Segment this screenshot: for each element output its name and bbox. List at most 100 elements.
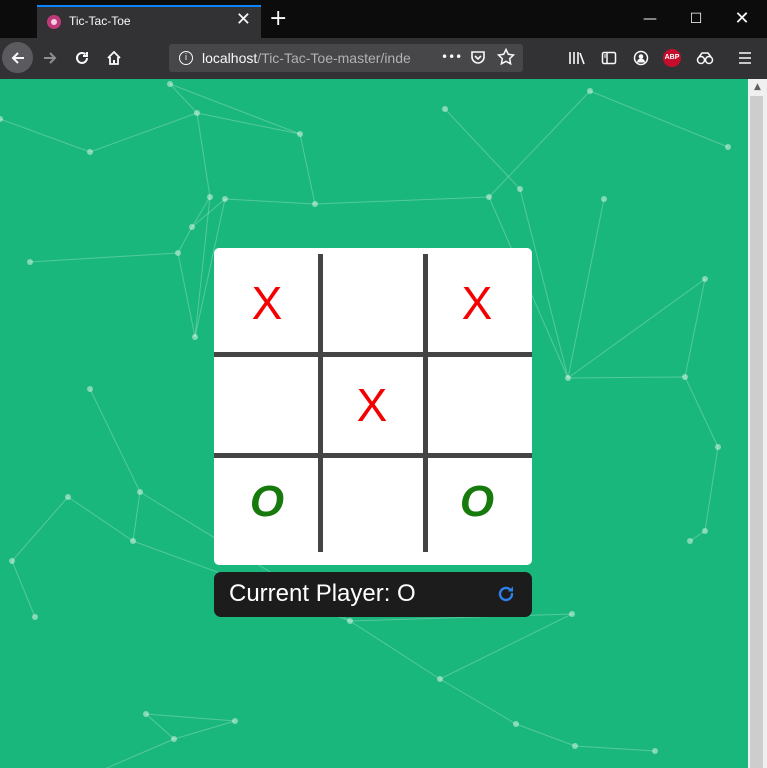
browser-tab[interactable]: Tic-Tac-Toe ✕: [37, 5, 261, 38]
bookmark-star-icon[interactable]: [496, 47, 516, 70]
particle-dot: [517, 186, 523, 192]
particle-dot: [87, 386, 93, 392]
particle-dot: [27, 259, 33, 265]
particle-link: [567, 198, 605, 379]
forward-arrow-icon: [44, 52, 57, 64]
adblock-plus-icon[interactable]: ABP: [663, 49, 681, 67]
particle-dot: [130, 538, 136, 544]
board-cell-r3c2[interactable]: [321, 452, 423, 552]
pocket-icon[interactable]: [470, 49, 486, 69]
navigation-toolbar: i localhost/Tic-Tac-Toe-master/inde ••• …: [0, 38, 767, 79]
scrollbar-thumb[interactable]: [750, 96, 763, 768]
tab-bar: Tic-Tac-Toe ✕ + — ☐ ✕: [0, 0, 767, 38]
board-cell-r3c3[interactable]: O: [426, 452, 528, 552]
cell-mark: X: [251, 277, 283, 329]
particle-dot: [572, 743, 578, 749]
particle-dot: [143, 711, 149, 717]
particle-dot: [513, 721, 519, 727]
board-cell-r2c2[interactable]: X: [321, 355, 423, 455]
particle-link: [589, 90, 729, 148]
particle-link: [196, 112, 301, 135]
particle-link: [169, 83, 198, 114]
particle-dot: [87, 149, 93, 155]
maximize-button[interactable]: ☐: [673, 0, 719, 38]
home-icon: [107, 50, 121, 65]
particle-dot: [192, 334, 198, 340]
particle-dot: [347, 618, 353, 624]
particle-dot: [587, 88, 593, 94]
particle-link: [89, 388, 141, 493]
particle-link: [704, 446, 719, 532]
cell-mark: O: [459, 477, 495, 526]
board-cell-r1c1[interactable]: X: [216, 253, 318, 353]
url-text[interactable]: localhost/Tic-Tac-Toe-master/inde: [202, 50, 434, 66]
particle-dot: [194, 110, 200, 116]
cell-mark: O: [249, 477, 285, 526]
particle-dot: [601, 196, 607, 202]
scroll-up-arrow-icon[interactable]: ▲: [748, 79, 767, 96]
particle-dot: [442, 106, 448, 112]
particle-link: [567, 278, 706, 379]
board-cell-r3c1[interactable]: O: [216, 452, 318, 552]
menu-icon[interactable]: [730, 42, 760, 74]
particle-dot: [702, 276, 708, 282]
vertical-scrollbar[interactable]: ▲: [748, 79, 767, 768]
sidebar-icon[interactable]: [594, 42, 624, 74]
tab-favicon-icon: [47, 15, 61, 29]
particle-link: [349, 620, 441, 680]
particle-link: [29, 252, 179, 263]
particle-dot: [725, 144, 731, 150]
new-tab-button[interactable]: +: [269, 7, 287, 31]
home-button[interactable]: [99, 42, 129, 74]
particle-dot: [687, 538, 693, 544]
board-cell-r1c2[interactable]: [321, 253, 423, 353]
particle-dot: [167, 81, 173, 87]
info-icon[interactable]: i: [179, 51, 193, 65]
particle-dot: [9, 558, 15, 564]
address-bar[interactable]: i localhost/Tic-Tac-Toe-master/inde •••: [169, 44, 523, 72]
board-cell-r1c3[interactable]: X: [426, 253, 528, 353]
particle-link: [299, 133, 316, 205]
reload-button[interactable]: [67, 42, 97, 74]
particle-dot: [171, 736, 177, 742]
particle-link: [684, 376, 719, 448]
board-cell-r2c1[interactable]: [216, 355, 318, 455]
particle-link: [684, 278, 706, 378]
minimize-button[interactable]: —: [627, 0, 673, 38]
account-icon[interactable]: [626, 42, 656, 74]
particle-dot: [175, 250, 181, 256]
particle-link: [132, 491, 141, 542]
extension-icon[interactable]: [690, 42, 720, 74]
particle-dot: [189, 224, 195, 230]
particle-dot: [652, 748, 658, 754]
particle-link: [173, 720, 236, 740]
particle-link: [145, 713, 236, 722]
particle-link: [444, 108, 521, 190]
game-board: X X X O O: [214, 248, 532, 565]
status-bar: Current Player: O: [214, 572, 532, 617]
particle-dot: [702, 528, 708, 534]
particle-dot: [222, 196, 228, 202]
particle-dot: [715, 444, 721, 450]
reset-button[interactable]: [495, 583, 517, 609]
tab-title: Tic-Tac-Toe: [69, 14, 131, 28]
particle-dot: [486, 194, 492, 200]
back-arrow-icon: [11, 52, 24, 64]
particle-link: [439, 613, 573, 680]
particle-link: [177, 252, 196, 338]
particle-link: [89, 112, 198, 153]
particle-dot: [569, 611, 575, 617]
page-actions-button[interactable]: •••: [441, 50, 462, 64]
url-host: localhost: [202, 50, 258, 66]
forward-button[interactable]: [35, 42, 65, 74]
particle-dot: [137, 489, 143, 495]
particle-link: [105, 738, 175, 768]
close-window-button[interactable]: ✕: [719, 0, 765, 38]
back-button[interactable]: [2, 42, 33, 73]
particle-link: [488, 90, 591, 198]
library-icon[interactable]: [562, 42, 592, 74]
tab-close-icon[interactable]: ✕: [236, 10, 251, 30]
particle-dot: [32, 614, 38, 620]
particle-link: [67, 496, 134, 542]
board-cell-r2c3[interactable]: [426, 355, 528, 455]
